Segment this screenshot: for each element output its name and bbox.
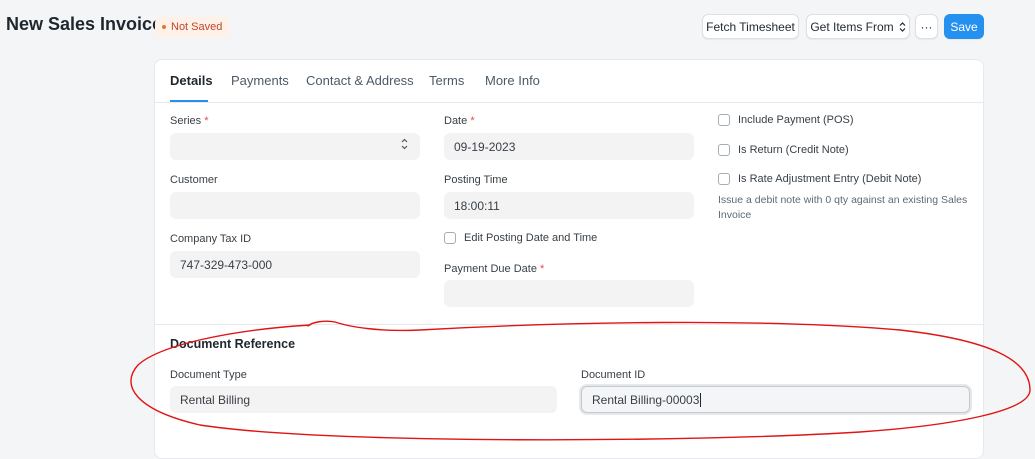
annotation-circle (130, 320, 1031, 441)
